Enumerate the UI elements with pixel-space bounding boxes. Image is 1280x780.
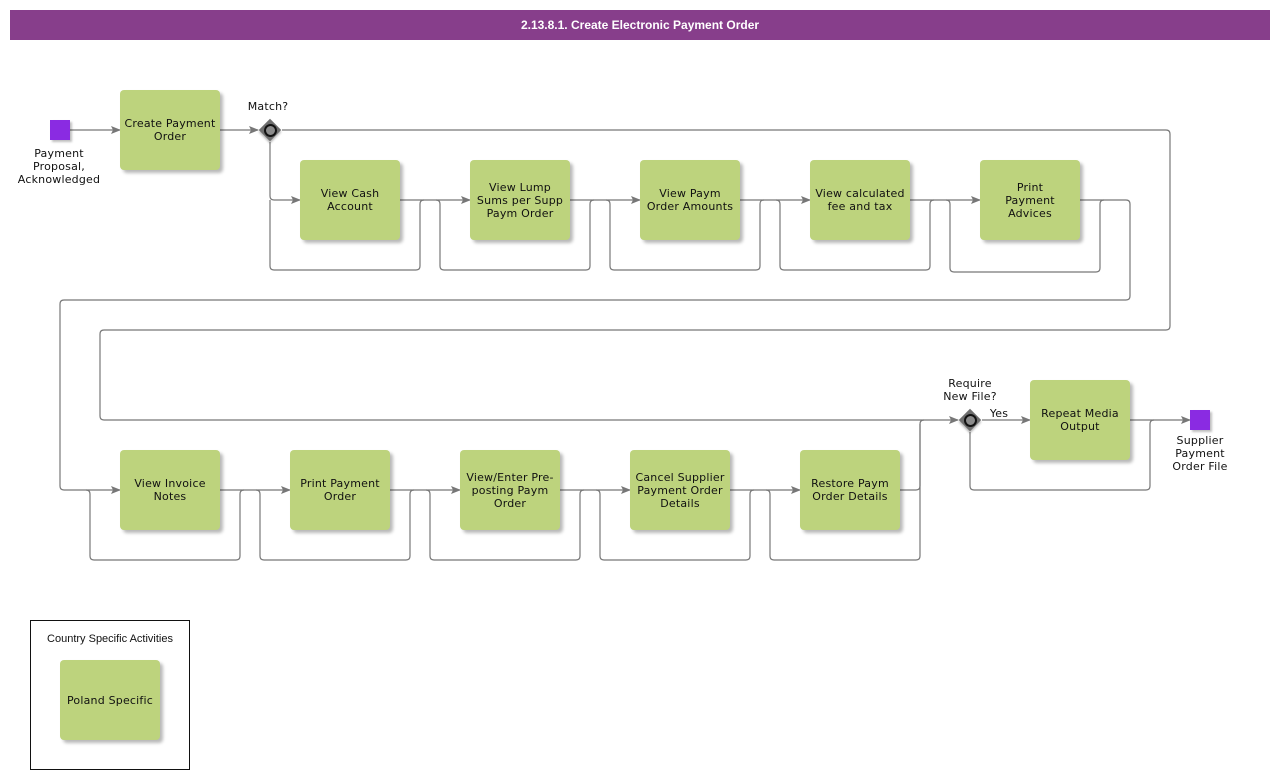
legend-title: Country Specific Activities [47,633,173,645]
task-view-calculated-fee[interactable]: View calculated fee and tax [810,160,910,240]
task-label: Create Payment Order [124,117,216,143]
gateway-circle-icon [964,414,977,427]
task-label: Restore Paym Order Details [811,477,889,503]
yes-label: Yes [989,407,1009,420]
task-label: Cancel Supplier Payment Order Details [635,470,725,510]
start-event-label: Payment Proposal, Acknowledged [17,147,101,186]
gateway-circle-icon [264,124,277,137]
end-event[interactable] [1190,410,1210,430]
match-gateway[interactable] [258,118,282,142]
legend-item-label: Poland Specific [66,693,154,707]
task-view-invoice-notes[interactable]: View Invoice Notes [120,450,220,530]
task-view-lump-sums[interactable]: View Lump Sums per Supp Paym Order [470,160,570,240]
task-restore-paym-order-details[interactable]: Restore Paym Order Details [800,450,900,530]
flow-row2-5-to-gateway [900,424,921,491]
task-label: Print Payment Order [300,477,380,503]
task-create-payment-order[interactable]: Create Payment Order [120,90,220,170]
task-poland-specific[interactable]: Poland Specific [60,660,160,740]
task-label: Print Payment Advices [1005,180,1055,220]
match-gateway-label: Match? [247,100,289,113]
task-cancel-supplier-payment-order[interactable]: Cancel Supplier Payment Order Details [630,450,730,530]
task-view-cash-account[interactable]: View Cash Account [300,160,400,240]
end-event-label: Supplier Payment Order File [1172,434,1228,473]
task-label: View Lump Sums per Supp Paym Order [476,180,564,220]
require-gateway-label: Require New File? [943,377,997,403]
task-view-paym-order-amounts[interactable]: View Paym Order Amounts [640,160,740,240]
task-label: View Paym Order Amounts [646,187,734,213]
task-label: View Cash Account [320,187,380,213]
task-label: Repeat Media Output [1041,407,1119,433]
task-label: View Invoice Notes [134,477,206,503]
task-label: View calculated fee and tax [815,187,905,213]
flow-match-to-row1 [269,142,301,204]
start-event[interactable] [50,120,70,140]
require-new-file-gateway[interactable] [958,408,982,432]
task-view-enter-preposting[interactable]: View/Enter Pre- posting Paym Order [460,450,560,530]
task-print-payment-advices[interactable]: Print Payment Advices [980,160,1080,240]
task-print-payment-order[interactable]: Print Payment Order [290,450,390,530]
task-label: View/Enter Pre- posting Paym Order [466,470,554,510]
task-repeat-media-output[interactable]: Repeat Media Output [1030,380,1130,460]
